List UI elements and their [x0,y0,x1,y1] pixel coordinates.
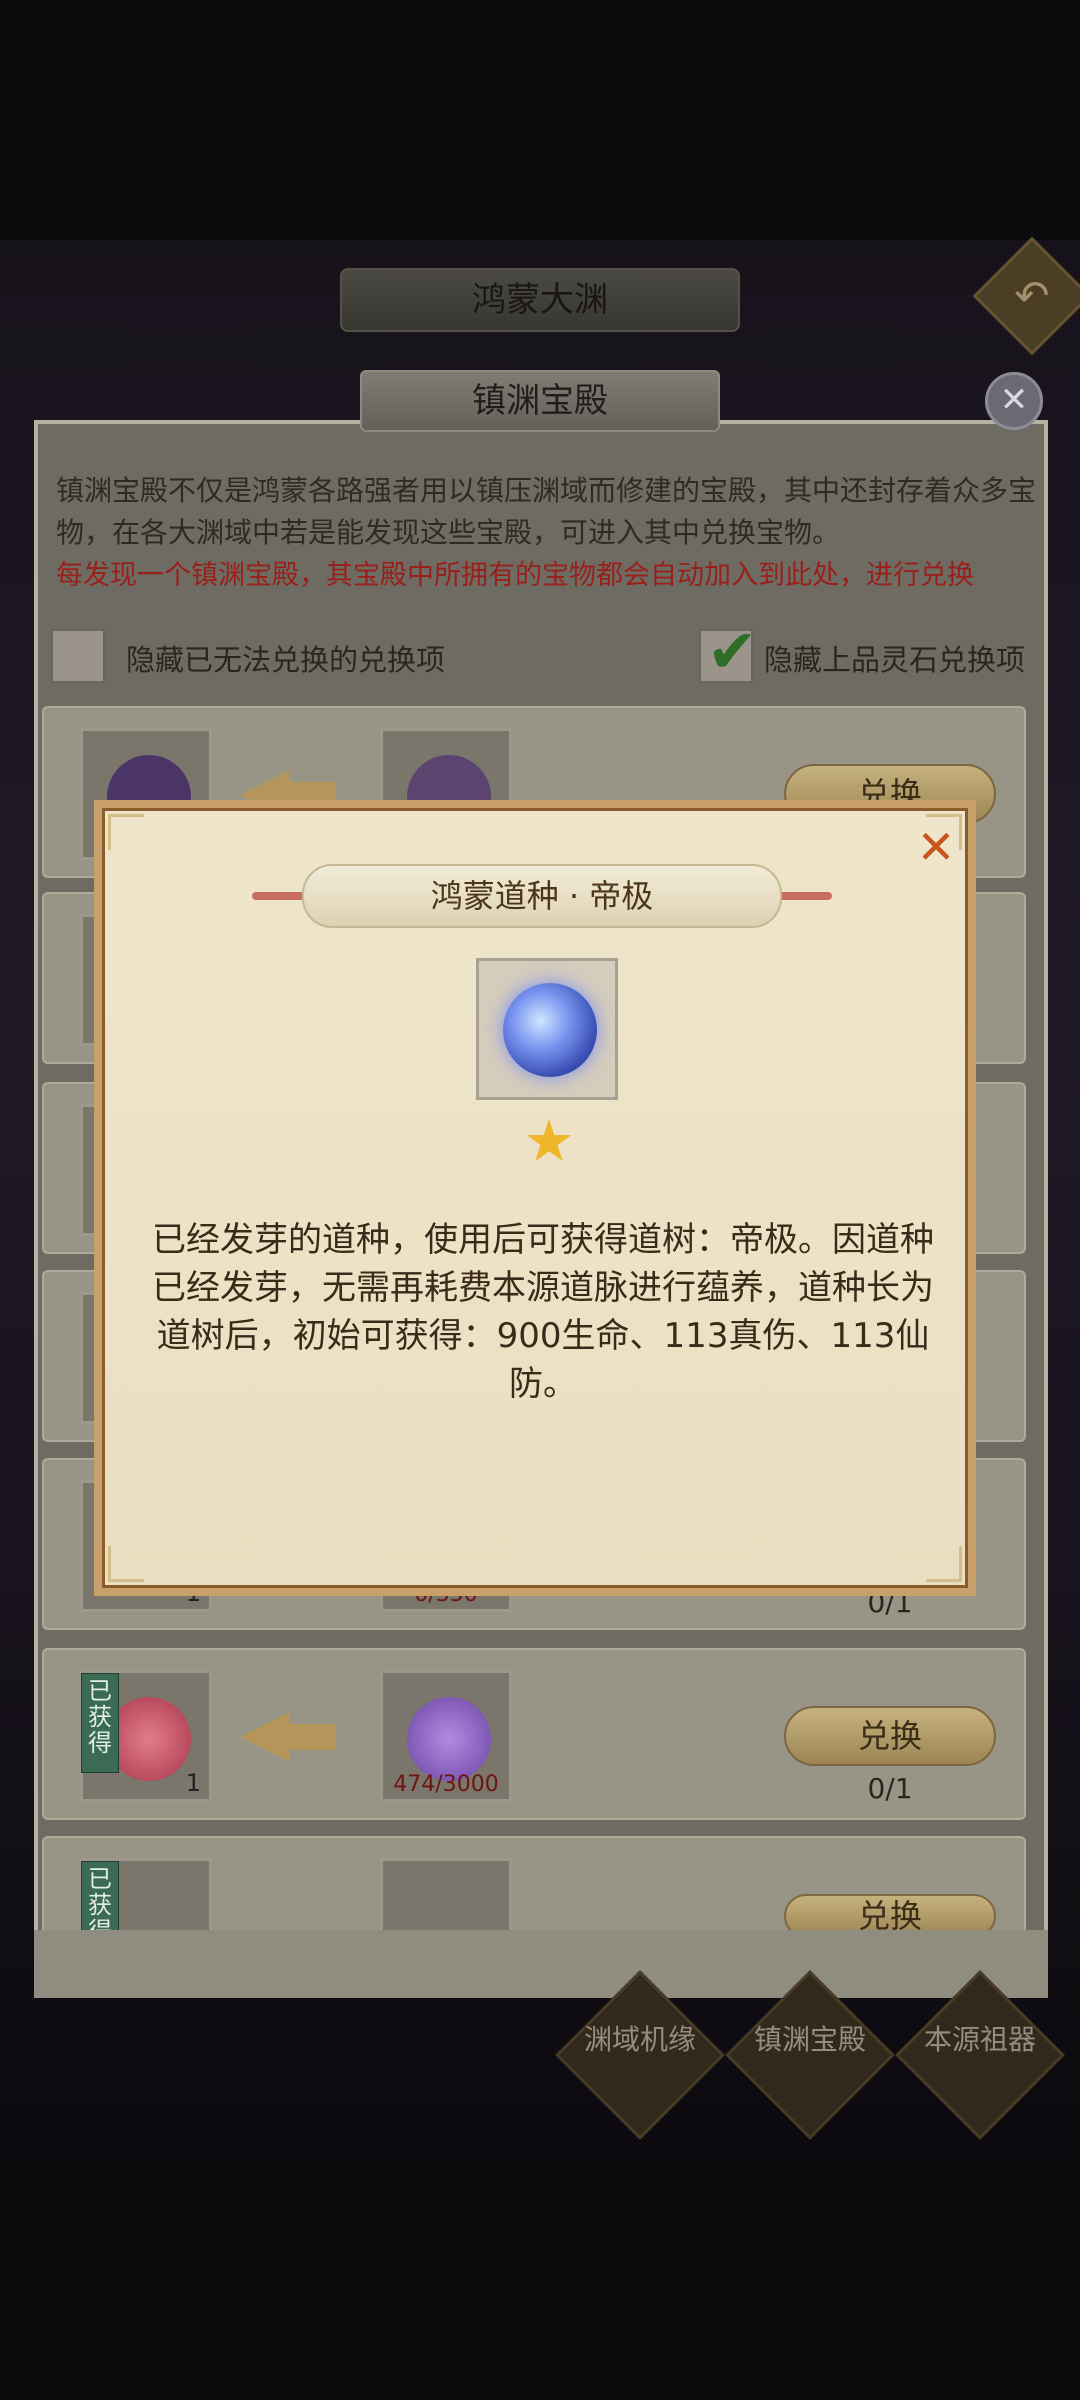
tab-label: 镇渊宝殿 [753,2023,866,2057]
item-count: 1 [185,1769,201,1797]
frame-corner [108,814,144,850]
reward-slot[interactable]: 已获得 [80,1858,212,1944]
obtained-badge: 已获得 [81,1861,119,1944]
panel-title: 镇渊宝殿 [360,370,720,432]
bottom-tab-bar: 渊域机缘 镇渊宝殿 本源祖器 [555,1970,1080,2140]
obtained-badge: 已获得 [81,1673,119,1773]
exchange-limit: 0/1 [867,1772,913,1805]
exchange-button[interactable]: 兑换 [784,1706,996,1766]
panel-close-button[interactable]: ✕ [985,372,1043,430]
dao-seed-icon [503,983,597,1077]
hide-spirit-stone-checkbox[interactable]: ✔ [698,617,757,687]
hide-unavailable-checkbox[interactable] [50,628,106,684]
tab-label: 本源祖器 [923,2023,1036,2057]
star-icon: ★ [523,1107,575,1175]
close-x-icon[interactable]: ✕ [912,824,960,872]
red-flower-icon [107,1697,191,1781]
item-detail-modal: 鸿蒙道种 · 帝极 ✕ ★ 已经发芽的道种，使用后可获得道树：帝极。因道种已经发… [94,800,976,1596]
tab-origin-artifact[interactable]: 本源祖器 [895,1970,1065,2140]
hide-unavailable-label: 隐藏已无法兑换的兑换项 [126,643,446,677]
hide-spirit-stone-label: 隐藏上品灵石兑换项 [764,643,1026,677]
exchange-row: 已获得 1 474/3000 兑换 0/1 [42,1648,1026,1820]
crystal-icon [407,1697,491,1781]
cost-progress: 474/3000 [393,1772,499,1797]
list-footer [34,1930,1048,1998]
tab-treasure-hall[interactable]: 镇渊宝殿 [725,1970,895,2140]
arrow-left-icon [240,1702,340,1772]
scene-title: 鸿蒙大渊 [340,268,740,332]
checkmark-icon: ✔ [707,617,758,687]
item-description: 已经发芽的道种，使用后可获得道树：帝极。因道种已经发芽，无需再耗费本源道脉进行蕴… [152,1220,934,1404]
modal-title: 鸿蒙道种 · 帝极 [302,864,782,928]
panel-description: 镇渊宝殿不仅是鸿蒙各路强者用以镇压渊域而修建的宝殿，其中还封存着众多宝物，在各大… [56,474,1037,549]
frame-corner [108,1546,144,1582]
panel-notice: 每发现一个镇渊宝殿，其宝殿中所拥有的宝物都会自动加入到此处，进行兑换 [56,560,974,591]
back-arrow-icon: ↶ [1014,271,1050,320]
frame-corner [926,1546,962,1582]
reward-slot[interactable]: 已获得 1 [80,1670,212,1802]
tab-abyss-opportunity[interactable]: 渊域机缘 [555,1970,725,2140]
exchange-row: 已获得 兑换 [42,1836,1026,1944]
item-slot [476,958,618,1100]
tab-label: 渊域机缘 [583,2023,696,2057]
cost-slot[interactable]: 474/3000 [380,1670,512,1802]
filter-bar: 隐藏已无法兑换的兑换项 ✔ 隐藏上品灵石兑换项 [50,617,1030,688]
cost-slot[interactable] [380,1858,512,1938]
